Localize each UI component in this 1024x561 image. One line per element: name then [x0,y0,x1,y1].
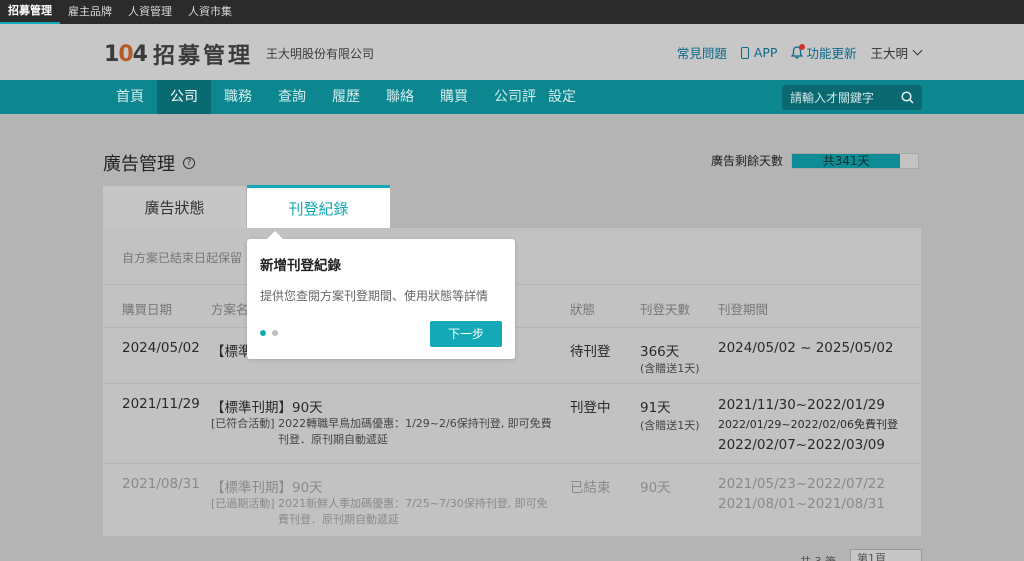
remaining-days: 廣告剩餘天數 共341天 [711,152,920,169]
row-days: 90天 [640,480,671,496]
app-label: APP [753,45,778,60]
popover-description: 提供您查閱方案刊登期間、使用狀態等詳情 [260,289,489,303]
header-purchase-date: 購買日期 [122,302,173,317]
nav-resume[interactable]: 履歷 [319,80,373,114]
popover-title: 新增刊登紀錄 [260,258,341,274]
top-strip-hr-management[interactable]: 人資管理 [120,0,180,24]
nav-jobs[interactable]: 職務 [211,80,265,114]
nav-company[interactable]: 公司 [157,80,211,114]
chevron-down-icon [912,45,923,56]
nav-settings[interactable]: 設定 [542,80,589,114]
updates-label: 功能更新 [806,46,857,61]
row-days: 91天 [640,400,671,416]
page-title: 廣告管理 ? [103,150,195,176]
search-icon[interactable] [901,91,914,104]
row-days-note: (含贈送1天) [640,419,700,432]
row-status: 待刊登 [570,344,611,360]
row-plan: 【標準 [211,344,252,360]
popover-step-dots [260,330,284,336]
faq-link[interactable]: 常見問題 [677,43,727,62]
main-nav: 首頁 公司 職務 查詢 履歷 聯絡 購買 公司評 設定 [0,80,1024,114]
company-name: 王大明股份有限公司 [266,47,375,61]
row-period: 2021/11/30~2022/01/29 [718,397,885,413]
onboarding-popover: 新增刊登紀錄 提供您查閱方案刊登期間、使用狀態等詳情 下一步 [247,231,515,359]
row-plan: 【標準刊期】90天 [211,400,323,416]
row-period: 2021/05/23~2022/07/22 [718,476,885,492]
popover-arrow [267,231,283,239]
row-promo: [已符合活動] 2022轉職早鳥加碼優惠：1/29~2/6保持刊登, 即可免費 … [211,416,561,448]
row-promo-line2: 費刊登．原刊期自動遞延 [278,513,399,526]
user-menu[interactable]: 王大明 [870,43,923,62]
user-name: 王大明 [870,46,908,61]
header-links: 常見問題 APP 功能更新 王大明 [663,43,923,62]
talent-search [782,85,922,110]
header-status: 狀態 [570,302,596,317]
bell-icon [791,44,806,59]
remaining-label: 廣告剩餘天數 [711,154,784,168]
logo-number: 104 [104,41,148,67]
row-date: 2021/08/31 [122,476,200,492]
row-status: 刊登中 [570,400,611,416]
logo[interactable]: 104 招募管理 [104,38,253,70]
row-plan: 【標準刊期】90天 [211,480,323,496]
nav-home[interactable]: 首頁 [103,80,157,114]
remaining-days-value: 共341天 [822,153,870,168]
row-days-note: (含贈送1天) [640,362,700,375]
updates-link[interactable]: 功能更新 [791,43,856,62]
top-strip-recruit[interactable]: 招募管理 [0,0,60,24]
row-promo-line1: [已符合活動] 2022轉職早鳥加碼優惠：1/29~2/6保持刊登, 即可免費 [211,417,552,430]
step-dot-active [260,330,266,336]
app-link[interactable]: APP [740,45,778,60]
header-period: 刊登期間 [718,302,769,317]
nav-contact[interactable]: 聯絡 [373,80,427,114]
table-row: 2021/08/31 【標準刊期】90天 [已過期活動] 2021新鮮人季加碼優… [103,464,921,536]
row-period: 2021/08/01~2021/08/31 [718,496,885,512]
help-icon[interactable]: ? [183,157,195,169]
row-date: 2024/05/02 [122,340,200,356]
pagination-total: 共 3 筆 [800,553,836,561]
header-days: 刊登天數 [640,302,691,317]
top-strip-hr-market[interactable]: 人資市集 [180,0,240,24]
logo-title: 招募管理 [152,44,253,69]
tab-publish-records[interactable]: 刊登紀錄 [247,185,390,228]
remaining-days-bar: 共341天 [791,152,920,169]
row-status: 已結束 [570,480,611,496]
row-period: 2022/02/07~2022/03/09 [718,437,885,453]
row-promo-line1: [已過期活動] 2021新鮮人季加碼優惠：7/25~7/30保持刊登, 即可免 [211,497,548,510]
row-promo: [已過期活動] 2021新鮮人季加碼優惠：7/25~7/30保持刊登, 即可免 … [211,496,561,528]
row-period: 2024/05/02 ~ 2025/05/02 [718,340,894,356]
row-promo-line2: 刊登．原刊期自動遞延 [278,433,388,446]
row-periods: 2021/11/30~2022/01/29 2022/01/29~2022/02… [718,395,898,455]
page-select[interactable]: 第1頁 [850,549,922,561]
phone-icon [740,46,749,59]
row-periods: 2021/05/23~2022/07/22 2021/08/01~2021/08… [718,474,885,514]
tab-ad-status[interactable]: 廣告狀態 [103,186,246,228]
nav-company-review[interactable]: 公司評 [481,80,542,114]
retention-note: 自方案已結束日起保留 [122,251,243,265]
step-dot [272,330,278,336]
page-title-text: 廣告管理 [103,154,175,175]
top-strip: 招募管理 雇主品牌 人資管理 人資市集 [0,0,1024,24]
row-period-free: 2022/01/29~2022/02/06免費刊登 [718,418,899,431]
top-strip-employer-brand[interactable]: 雇主品牌 [60,0,120,24]
nav-purchase[interactable]: 購買 [427,80,481,114]
table-row: 2021/11/29 【標準刊期】90天 [已符合活動] 2022轉職早鳥加碼優… [103,384,921,464]
row-date: 2021/11/29 [122,396,200,412]
nav-query[interactable]: 查詢 [265,80,319,114]
header-plan-name: 方案名 [211,302,249,317]
header: 104 招募管理 王大明股份有限公司 常見問題 APP 功能更新 王大明 [0,24,1024,80]
faq-label: 常見問題 [676,46,727,61]
talent-search-input[interactable] [790,90,898,105]
next-step-button[interactable]: 下一步 [430,321,502,347]
row-days: 366天 [640,344,680,360]
